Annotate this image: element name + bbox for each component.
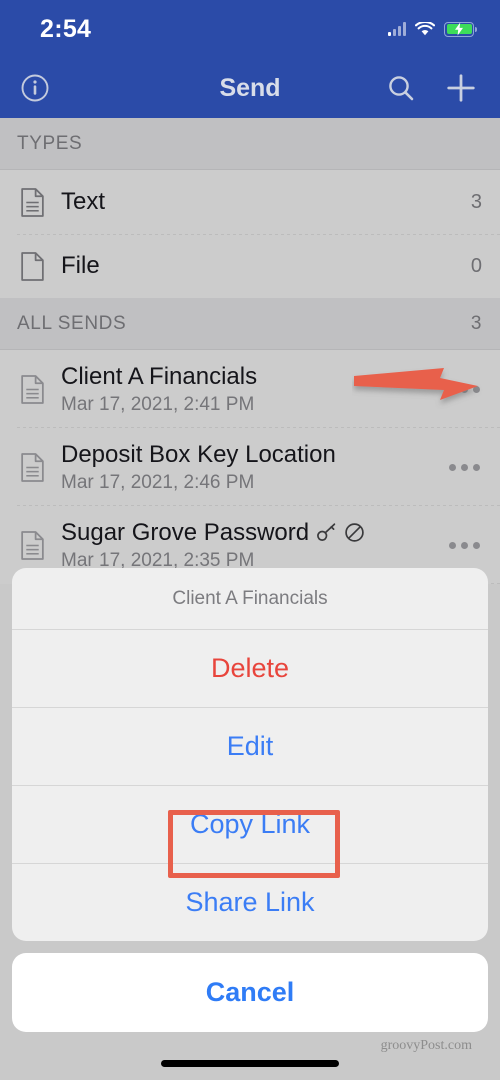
types-row-label: File	[61, 252, 100, 279]
types-row-count: 3	[470, 190, 482, 213]
status-indicators	[388, 21, 477, 37]
more-options-icon[interactable]	[447, 456, 482, 479]
info-button[interactable]	[18, 71, 52, 105]
list-item-title: Sugar Grove Password	[61, 518, 310, 546]
plus-icon[interactable]	[444, 71, 478, 105]
list-item-date: Mar 17, 2021, 2:46 PM	[61, 471, 255, 493]
more-options-icon[interactable]	[447, 534, 482, 557]
types-row-text[interactable]: Text 3	[0, 170, 500, 234]
disabled-icon	[345, 523, 364, 542]
action-sheet: Client A Financials Delete Edit Copy Lin…	[12, 568, 488, 941]
text-document-icon	[17, 452, 47, 482]
action-sheet-title: Client A Financials	[12, 568, 488, 630]
all-sends-list: Client A Financials Mar 17, 2021, 2:41 P…	[0, 350, 500, 584]
list-item-body: Deposit Box Key Location Mar 17, 2021, 2…	[61, 441, 447, 494]
home-indicator[interactable]	[161, 1060, 339, 1067]
edit-button[interactable]: Edit	[12, 708, 488, 786]
list-item-title-line: Deposit Box Key Location	[61, 441, 447, 469]
types-row-file[interactable]: File 0	[0, 234, 500, 298]
delete-button[interactable]: Delete	[12, 630, 488, 708]
nav-actions	[384, 71, 478, 105]
key-icon	[317, 523, 336, 541]
cellular-signal-icon	[388, 22, 406, 36]
types-section-label: TYPES	[17, 132, 83, 154]
home-bar-area: groovyPost.com	[12, 1032, 488, 1080]
types-row-count: 0	[470, 254, 482, 277]
copy-link-button[interactable]: Copy Link	[12, 786, 488, 864]
cancel-button[interactable]: Cancel	[12, 953, 488, 1032]
text-document-icon	[17, 530, 47, 560]
wifi-icon	[415, 21, 435, 35]
watermark: groovyPost.com	[380, 1038, 472, 1053]
list-item-body: Sugar Grove Password Mar 17, 2021, 2:35 …	[61, 519, 447, 572]
list-item-title: Deposit Box Key Location	[61, 440, 336, 468]
all-sends-section-header: ALL SENDS 3	[0, 298, 500, 350]
list-item-body: Client A Financials Mar 17, 2021, 2:41 P…	[61, 363, 447, 416]
list-item-title-line: Client A Financials	[61, 363, 447, 391]
status-bar: 2:54	[0, 0, 500, 58]
types-section-header: TYPES	[0, 118, 500, 170]
share-link-button[interactable]: Share Link	[12, 864, 488, 941]
status-time: 2:54	[40, 14, 92, 43]
text-document-icon	[17, 187, 47, 217]
list-item-title-line: Sugar Grove Password	[61, 519, 447, 547]
info-circle-icon[interactable]	[18, 71, 52, 105]
file-document-icon	[17, 251, 47, 281]
list-item-title: Client A Financials	[61, 362, 258, 390]
text-document-icon	[17, 374, 47, 404]
action-sheet-container: Client A Financials Delete Edit Copy Lin…	[0, 568, 500, 1080]
all-sends-section-label: ALL SENDS	[17, 312, 127, 334]
types-list: Text 3 File 0	[0, 170, 500, 298]
all-sends-count: 3	[470, 312, 482, 334]
list-item-date: Mar 17, 2021, 2:41 PM	[61, 393, 255, 415]
list-item[interactable]: Deposit Box Key Location Mar 17, 2021, 2…	[0, 428, 500, 506]
battery-charging-icon	[444, 21, 477, 37]
search-icon[interactable]	[384, 71, 418, 105]
more-options-icon[interactable]	[447, 378, 482, 401]
navigation-bar: Send	[0, 58, 500, 118]
types-row-label: Text	[61, 188, 106, 215]
list-item[interactable]: Client A Financials Mar 17, 2021, 2:41 P…	[0, 350, 500, 428]
